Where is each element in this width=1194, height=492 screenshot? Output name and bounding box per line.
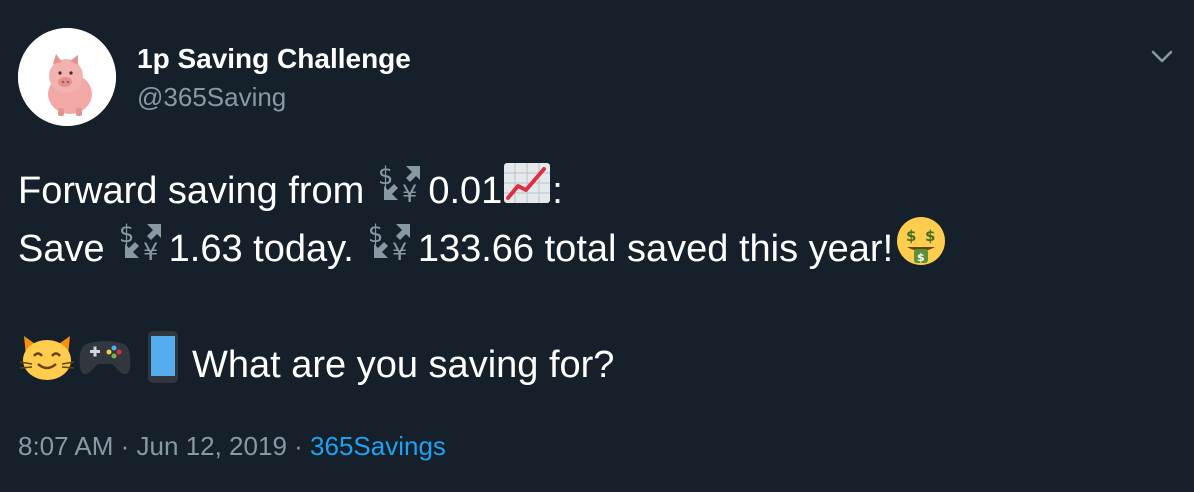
tweet-line-1: Forward saving from $ ¥ 0.01 : [18,162,1168,220]
tweet-time[interactable]: 8:07 AM [18,431,113,461]
currency-exchange-icon: $ ¥ [366,218,418,280]
tweet-text-segment: Save [18,228,105,270]
svg-text:$: $ [917,251,925,264]
currency-exchange-icon: $ ¥ [117,218,169,280]
tweet-text: Forward saving from $ ¥ 0.01 : Save $ ¥ … [18,162,1168,394]
svg-text:$: $ [925,227,935,245]
money-mouth-face-icon: $ $ $ [893,215,949,283]
author-handle[interactable]: @365Saving [137,81,286,113]
piggy-bank-icon [18,28,116,126]
tweet-line-2: Save $ ¥ 1.63 today. $ ¥ 133.66 total sa… [18,217,1168,280]
tweet-colon: : [552,170,563,212]
mobile-phone-icon [146,330,180,400]
chevron-down-icon[interactable] [1149,44,1175,70]
meta-separator: · [294,431,303,461]
svg-text:$: $ [119,220,134,248]
tweet-date[interactable]: Jun 12, 2019 [137,431,287,461]
svg-text:¥: ¥ [143,238,158,264]
svg-text:$: $ [368,220,383,248]
video-game-icon [76,334,134,396]
smiling-cat-icon [18,332,76,398]
tweet-text-segment: 1.63 today. [168,228,354,270]
chart-increasing-icon [502,160,552,222]
tweet-text-segment: What are you saving for? [192,344,615,386]
avatar[interactable] [18,28,116,126]
tweet-meta: 8:07 AM · Jun 12, 2019 · 365Savings [18,430,446,462]
svg-text:$: $ [906,227,916,245]
svg-text:¥: ¥ [392,238,407,264]
tweet-text-segment: Forward saving from [18,170,365,212]
tweet-amount: 0.01 [428,170,503,212]
tweet-text-segment: 133.66 total saved this year! [417,228,894,270]
currency-exchange-icon: $ ¥ [376,160,428,222]
meta-separator: · [120,431,130,461]
svg-text:$: $ [378,162,393,190]
author-name[interactable]: 1p Saving Challenge [137,42,411,76]
svg-text:¥: ¥ [402,180,417,206]
tweet-line-4: What are you saving for? [18,331,1168,396]
tweet-source-link[interactable]: 365Savings [310,431,446,461]
